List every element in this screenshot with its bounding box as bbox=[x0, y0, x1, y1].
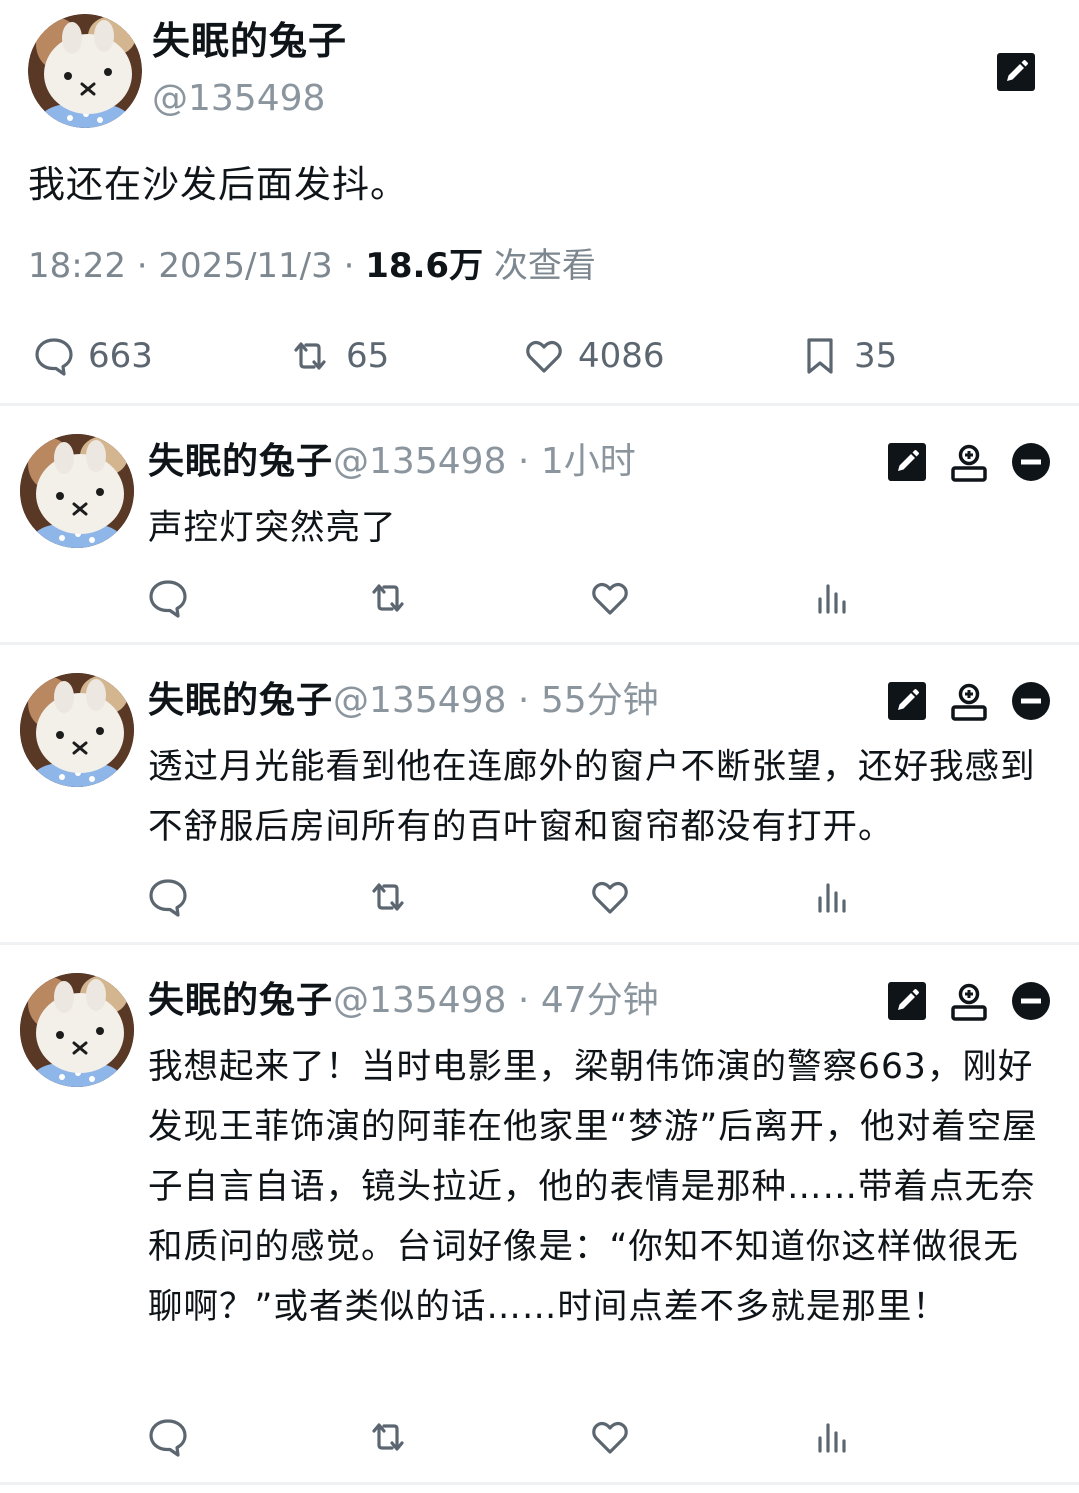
bookmark-icon bbox=[807, 338, 833, 374]
reply-stat[interactable]: 663 bbox=[34, 332, 153, 380]
repost-icon[interactable] bbox=[368, 578, 408, 618]
reply-text: 我想起来了！当时电影里，梁朝伟饰演的警察663，刚好发现王菲饰演的阿菲在他家里“… bbox=[148, 1047, 1038, 1327]
reply-header: 失眠的兔子@135498 · 47分钟 bbox=[148, 975, 659, 1027]
views-icon[interactable] bbox=[812, 578, 852, 618]
repost-count: 65 bbox=[346, 336, 390, 376]
avatar[interactable] bbox=[28, 14, 142, 128]
post-meta: 18:22 · 2025/11/3 · 18.6万 次查看 bbox=[28, 241, 596, 291]
separator: · bbox=[136, 246, 148, 286]
like-icon[interactable] bbox=[590, 578, 630, 618]
reply-header: 失眠的兔子@135498 · 1小时 bbox=[148, 436, 636, 488]
like-icon[interactable] bbox=[590, 1417, 630, 1457]
add-user-icon[interactable] bbox=[949, 681, 989, 721]
repost-icon bbox=[294, 342, 326, 370]
bookmark-stat[interactable]: 35 bbox=[800, 332, 897, 380]
comment-icon[interactable] bbox=[148, 1417, 188, 1457]
post-date: 2025/11/3 bbox=[158, 246, 333, 286]
repost-icon[interactable] bbox=[368, 1417, 408, 1457]
edit-icon[interactable] bbox=[887, 981, 927, 1021]
reply-action-bar bbox=[0, 578, 1079, 622]
post-text: 我还在沙发后面发抖。 bbox=[28, 163, 408, 206]
edit-icon[interactable] bbox=[887, 442, 927, 482]
separator: · bbox=[343, 246, 355, 286]
author-name[interactable]: 失眠的兔子 bbox=[152, 18, 347, 64]
author-name[interactable]: 失眠的兔子 bbox=[148, 980, 333, 1021]
post-time: 18:22 bbox=[28, 246, 126, 286]
reply-item[interactable]: 失眠的兔子@135498 · 55分钟 透过月光能看到他在连廊外的窗户不断张望，… bbox=[0, 645, 1079, 942]
remove-icon[interactable] bbox=[1011, 442, 1051, 482]
reply-actions-top bbox=[887, 981, 1051, 1021]
avatar[interactable] bbox=[20, 673, 134, 787]
like-icon[interactable] bbox=[590, 877, 630, 917]
reply-action-bar bbox=[0, 877, 1079, 921]
edit-icon[interactable] bbox=[887, 681, 927, 721]
reply-action-bar bbox=[0, 1417, 1079, 1461]
add-user-icon[interactable] bbox=[949, 442, 989, 482]
edit-icon[interactable] bbox=[996, 52, 1036, 92]
separator: · bbox=[517, 980, 530, 1021]
reply-time[interactable]: 1小时 bbox=[541, 441, 636, 482]
reply-header: 失眠的兔子@135498 · 55分钟 bbox=[148, 675, 659, 727]
add-user-icon[interactable] bbox=[949, 981, 989, 1021]
separator: · bbox=[517, 680, 530, 721]
author-handle[interactable]: @135498 bbox=[152, 76, 325, 122]
remove-icon[interactable] bbox=[1011, 981, 1051, 1021]
divider bbox=[0, 1482, 1079, 1485]
comment-icon[interactable] bbox=[148, 877, 188, 917]
view-count: 18.6万 bbox=[365, 246, 484, 286]
comment-icon bbox=[35, 338, 73, 376]
comment-icon[interactable] bbox=[148, 578, 188, 618]
repost-icon[interactable] bbox=[368, 877, 408, 917]
reply-text: 声控灯突然亮了 bbox=[148, 508, 397, 548]
avatar[interactable] bbox=[20, 973, 134, 1087]
author-name[interactable]: 失眠的兔子 bbox=[148, 680, 333, 721]
remove-icon[interactable] bbox=[1011, 681, 1051, 721]
main-post: 失眠的兔子 @135498 我还在沙发后面发抖。 18:22 · 2025/11… bbox=[0, 0, 1079, 403]
reply-time[interactable]: 47分钟 bbox=[541, 980, 659, 1021]
like-icon bbox=[526, 340, 562, 373]
repost-stat[interactable]: 65 bbox=[288, 332, 389, 380]
like-stat[interactable]: 4086 bbox=[524, 332, 665, 380]
bookmark-count: 35 bbox=[854, 336, 898, 376]
reply-item[interactable]: 失眠的兔子@135498 · 1小时 声控灯突然亮了 bbox=[0, 406, 1079, 642]
author-handle[interactable]: @135498 bbox=[333, 441, 506, 482]
reply-actions-top bbox=[887, 681, 1051, 721]
reply-count: 663 bbox=[88, 336, 153, 376]
reply-time[interactable]: 55分钟 bbox=[541, 680, 659, 721]
separator: · bbox=[517, 441, 530, 482]
views-icon[interactable] bbox=[812, 877, 852, 917]
like-count: 4086 bbox=[578, 336, 665, 376]
view-label: 次查看 bbox=[493, 246, 596, 286]
reply-item[interactable]: 失眠的兔子@135498 · 47分钟 我想起来了！当时电影里，梁朝伟饰演的警察… bbox=[0, 945, 1079, 1482]
avatar[interactable] bbox=[20, 434, 134, 548]
author-name[interactable]: 失眠的兔子 bbox=[148, 441, 333, 482]
author-handle[interactable]: @135498 bbox=[333, 980, 506, 1021]
reply-actions-top bbox=[887, 442, 1051, 482]
author-handle[interactable]: @135498 bbox=[333, 680, 506, 721]
reply-text: 透过月光能看到他在连廊外的窗户不断张望，还好我感到不舒服后房间所有的百叶窗和窗帘… bbox=[148, 747, 1036, 847]
views-icon[interactable] bbox=[812, 1417, 852, 1457]
